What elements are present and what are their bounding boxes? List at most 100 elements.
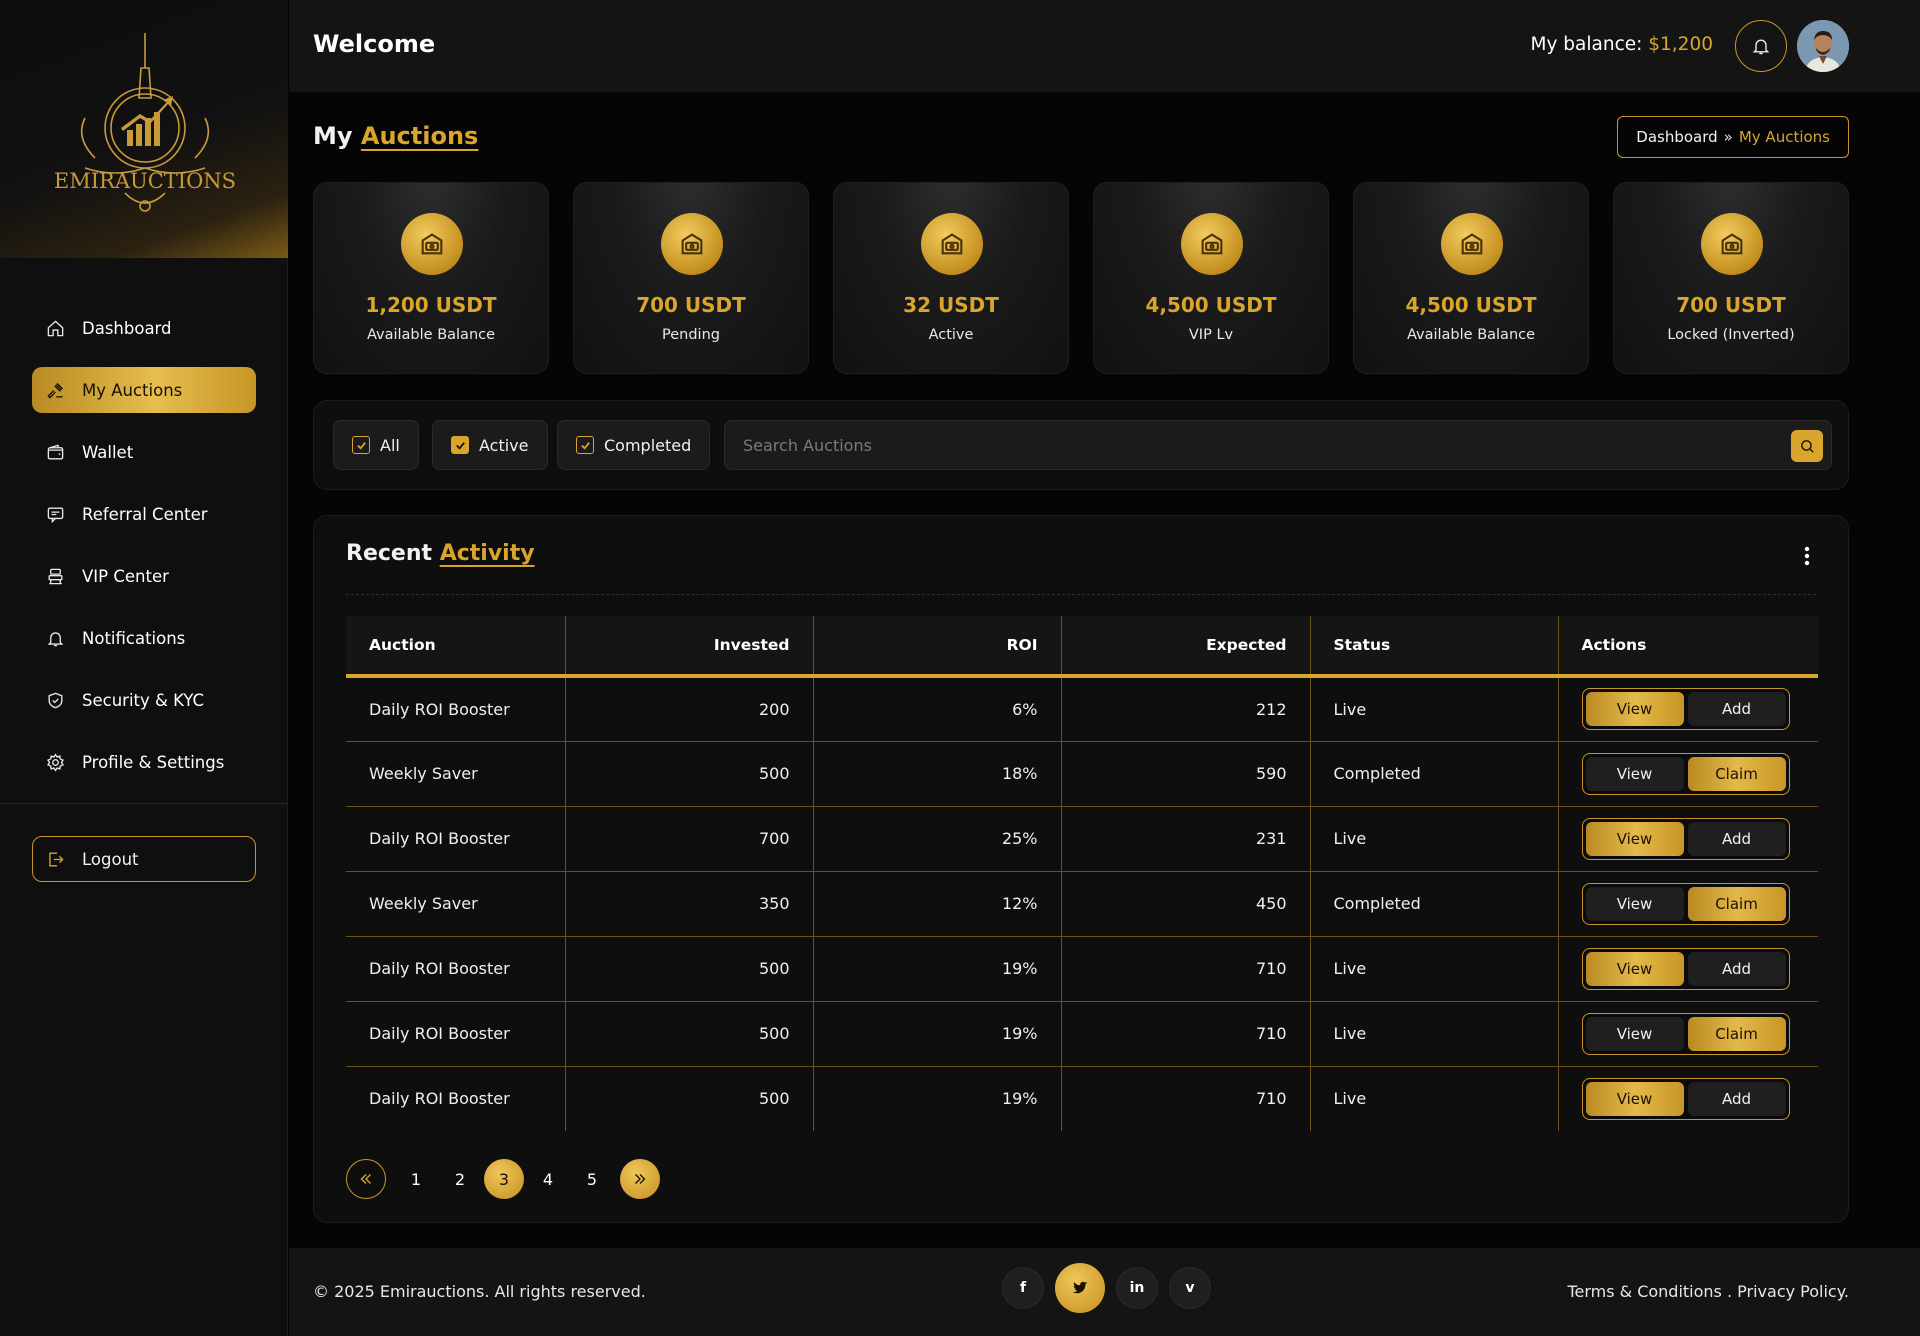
more-options-icon[interactable]	[1804, 546, 1810, 566]
stat-card: 4,500 USDT Available Balance	[1353, 182, 1589, 374]
stat-value: 700 USDT	[636, 293, 746, 317]
cell-expected: 710	[1061, 1066, 1311, 1131]
search-icon	[1800, 439, 1814, 453]
checkbox-checked-icon	[352, 436, 370, 454]
add-button[interactable]: Add	[1687, 692, 1786, 727]
sidebar-item-label: Wallet	[82, 442, 134, 462]
gavel-icon	[45, 380, 65, 400]
breadcrumb: Dashboard » My Auctions	[1617, 116, 1849, 158]
recent-activity-panel: Recent Activity Auction Invested ROI Exp…	[313, 515, 1849, 1223]
action-group: View Add	[1581, 1077, 1790, 1120]
sidebar-item-label: Dashboard	[82, 318, 172, 338]
terms-privacy-links[interactable]: Terms & Conditions . Privacy Policy.	[1567, 1282, 1849, 1301]
table-row: Daily ROI Booster 500 19% 710 Live View A…	[346, 1066, 1818, 1131]
logout-button[interactable]: Logout	[32, 836, 256, 882]
view-button[interactable]: View	[1585, 1081, 1684, 1116]
action-group: View Claim	[1581, 882, 1790, 925]
stat-value: 700 USDT	[1676, 293, 1786, 317]
safe-icon	[661, 213, 723, 275]
claim-button[interactable]: Claim	[1687, 1016, 1786, 1051]
table-row: Daily ROI Booster 200 6% 212 Live View Ad…	[346, 676, 1818, 742]
cell-roi: 18%	[813, 741, 1062, 807]
sidebar-divider	[0, 803, 288, 804]
welcome-title: Welcome	[313, 30, 436, 58]
table-header-row: Auction Invested ROI Expected Status Act…	[346, 616, 1818, 678]
page-button[interactable]: 2	[440, 1159, 480, 1199]
sidebar-item-label: Referral Center	[82, 504, 208, 524]
claim-button[interactable]: Claim	[1687, 886, 1786, 921]
sidebar-item-referral-center[interactable]: Referral Center	[32, 491, 256, 537]
app-root: EMIRAUCTIONS Dashboard My Auctions Walle…	[0, 0, 1920, 1336]
view-button[interactable]: View	[1585, 886, 1684, 921]
view-button[interactable]: View	[1585, 1016, 1684, 1051]
safe-icon	[921, 213, 983, 275]
linkedin-icon[interactable]: in	[1116, 1267, 1158, 1309]
cell-status: Live	[1310, 936, 1559, 1002]
cell-roi: 6%	[813, 676, 1062, 742]
sidebar-item-wallet[interactable]: Wallet	[32, 429, 256, 475]
add-button[interactable]: Add	[1687, 821, 1786, 856]
cell-invested: 200	[565, 676, 814, 742]
stat-card: 700 USDT Pending	[573, 182, 809, 374]
page-button[interactable]: 5	[572, 1159, 612, 1199]
sidebar-nav: Dashboard My Auctions Wallet Referral Ce…	[32, 305, 256, 801]
col-expected: Expected	[1061, 616, 1311, 678]
cell-status: Completed	[1310, 871, 1559, 937]
sidebar-item-notifications[interactable]: Notifications	[32, 615, 256, 661]
balance-display: My balance: $1,200	[1531, 34, 1713, 55]
page-title-plain: My	[313, 122, 353, 150]
page-button[interactable]: 1	[396, 1159, 436, 1199]
gear-icon	[45, 752, 65, 772]
notifications-button[interactable]	[1735, 20, 1787, 72]
breadcrumb-home[interactable]: Dashboard	[1636, 128, 1717, 146]
view-button[interactable]: View	[1585, 692, 1684, 727]
stat-card: 32 USDT Active	[833, 182, 1069, 374]
avatar[interactable]	[1797, 20, 1849, 72]
sidebar-item-vip-center[interactable]: VIP Center	[32, 553, 256, 599]
cell-roi: 19%	[813, 936, 1062, 1002]
stat-value: 4,500 USDT	[1405, 293, 1537, 317]
twitter-icon[interactable]	[1055, 1263, 1105, 1313]
double-chevron-left-icon	[360, 1174, 371, 1184]
filter-completed-label: Completed	[604, 435, 692, 455]
search-input[interactable]	[743, 421, 1743, 469]
col-auction: Auction	[346, 616, 566, 678]
cell-auction: Daily ROI Booster	[346, 1066, 566, 1131]
search-box	[724, 420, 1832, 470]
filter-all[interactable]: All	[333, 420, 419, 470]
filter-completed[interactable]: Completed	[557, 420, 711, 470]
bell-icon	[1752, 39, 1770, 55]
page-button-current[interactable]: 3	[484, 1159, 524, 1199]
balance-label: My balance:	[1530, 34, 1643, 55]
view-button[interactable]: View	[1585, 756, 1684, 791]
claim-button[interactable]: Claim	[1687, 756, 1786, 791]
home-icon	[45, 318, 65, 338]
brand-logo[interactable]: EMIRAUCTIONS	[55, 28, 235, 228]
page-button[interactable]: 4	[528, 1159, 568, 1199]
facebook-icon[interactable]: f	[1002, 1267, 1044, 1309]
social-links: f in v	[1002, 1263, 1211, 1313]
stat-label: Pending	[662, 327, 720, 343]
prev-page-button[interactable]	[346, 1159, 386, 1199]
page-title: My Auctions	[313, 122, 478, 150]
sidebar-item-my-auctions[interactable]: My Auctions	[32, 367, 256, 413]
sidebar-item-security-kyc[interactable]: Security & KYC	[32, 677, 256, 723]
main-content: My Auctions Dashboard » My Auctions 1,20…	[289, 92, 1920, 1247]
vimeo-icon[interactable]: v	[1169, 1267, 1211, 1309]
search-button[interactable]	[1791, 430, 1823, 462]
add-button[interactable]: Add	[1687, 951, 1786, 986]
sidebar-item-dashboard[interactable]: Dashboard	[32, 305, 256, 351]
cell-roi: 12%	[813, 871, 1062, 937]
panel-title-plain: Recent	[346, 541, 433, 566]
view-button[interactable]: View	[1585, 951, 1684, 986]
sidebar-item-profile-settings[interactable]: Profile & Settings	[32, 739, 256, 785]
cell-status: Completed	[1310, 741, 1559, 807]
filter-active[interactable]: Active	[432, 420, 548, 470]
view-button[interactable]: View	[1585, 821, 1684, 856]
next-page-button[interactable]	[620, 1159, 660, 1199]
table-row: Daily ROI Booster 500 19% 710 Live View A…	[346, 936, 1818, 1002]
cell-actions: View Claim	[1558, 1001, 1818, 1067]
add-button[interactable]: Add	[1687, 1081, 1786, 1116]
stat-label: Available Balance	[366, 327, 496, 343]
sidebar-item-label: Security & KYC	[82, 690, 205, 710]
